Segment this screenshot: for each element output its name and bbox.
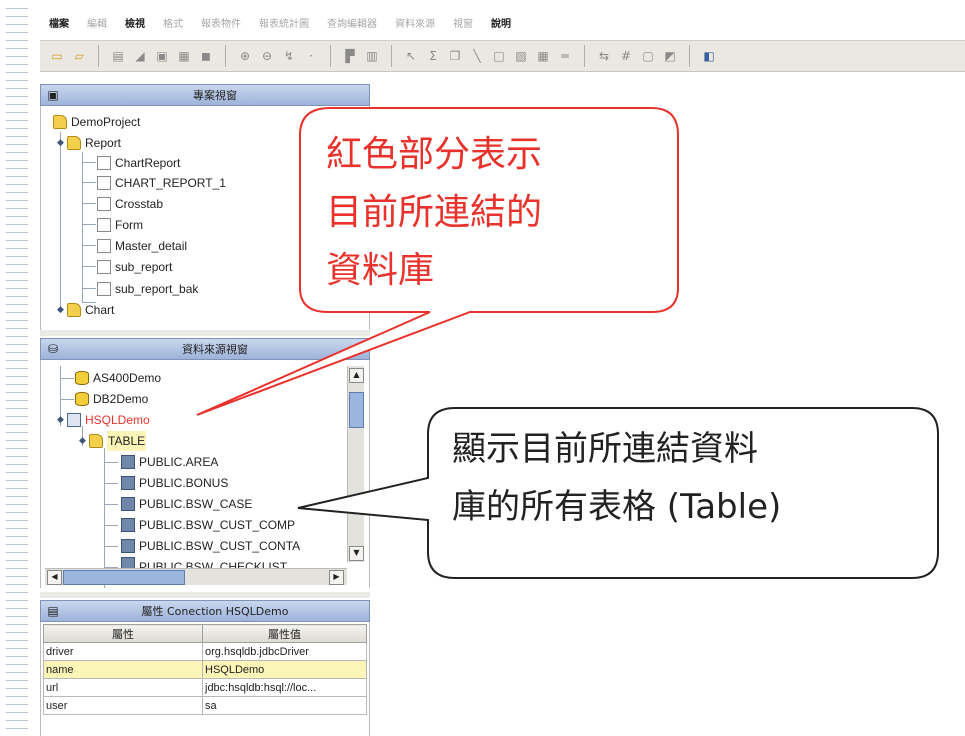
black-callout-line: 顯示目前所連結資料 xyxy=(452,429,758,469)
black-callout-text: 顯示目前所連結資料 庫的所有表格 (Table) xyxy=(452,420,781,536)
red-callout-line: 資料庫 xyxy=(326,250,435,291)
black-callout-line: 庫的所有表格 (Table) xyxy=(452,487,782,527)
callout-shapes xyxy=(196,107,939,579)
red-callout-line: 目前所連結的 xyxy=(326,192,543,233)
red-callout-line: 紅色部分表示 xyxy=(326,134,543,175)
red-callout-text: 紅色部分表示 目前所連結的 資料庫 xyxy=(326,126,542,300)
